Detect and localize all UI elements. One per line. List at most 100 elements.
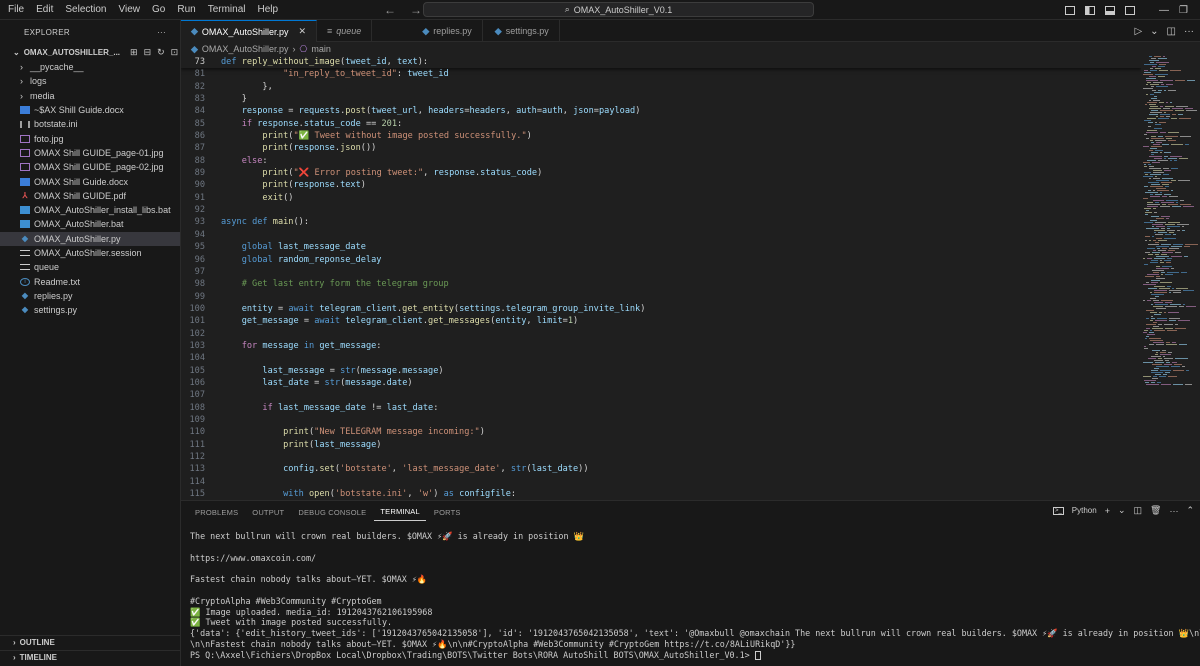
tree-item[interactable]: OMAX Shill GUIDE_page-02.jpg (0, 160, 180, 174)
code-line-row[interactable]: 103 for message in get_message: (181, 340, 1141, 352)
panel-tab-problems[interactable]: PROBLEMS (189, 504, 244, 521)
maximize-panel-icon[interactable]: ⌃ (1186, 505, 1194, 516)
tab-replies[interactable]: ◆ replies.py (372, 20, 483, 42)
code-line-row[interactable]: 87 print(response.json()) (181, 142, 1141, 154)
code-line-row[interactable]: 90 print(response.text) (181, 179, 1141, 191)
tree-item[interactable]: ◆ settings.py (0, 303, 180, 317)
tree-item[interactable]: › media (0, 89, 180, 103)
menu-item-help[interactable]: Help (252, 0, 285, 20)
tab-queue[interactable]: ≡ queue (317, 20, 373, 42)
command-center-search[interactable]: ⌕ OMAX_AutoShiller_V0.1 (423, 2, 814, 17)
minimize-icon[interactable]: — (1159, 5, 1169, 16)
code-line-row[interactable]: 100 entity = await telegram_client.get_e… (181, 303, 1141, 315)
tree-item[interactable]: OMAX_AutoShiller.session (0, 246, 180, 260)
split-editor-icon[interactable]: ◫ (1167, 26, 1176, 37)
terminal-output[interactable]: The next bullrun will crown real builder… (190, 531, 1200, 661)
code-line-row[interactable]: 91 exit() (181, 192, 1141, 204)
tree-item[interactable]: botstate.ini (0, 117, 180, 131)
code-line-row[interactable]: 92 (181, 204, 1141, 216)
code-line-row[interactable]: 88 else: (181, 155, 1141, 167)
tree-item[interactable]: i Readme.txt (0, 274, 180, 288)
panel-tab-debug-console[interactable]: DEBUG CONSOLE (292, 504, 372, 521)
tree-item[interactable]: queue (0, 260, 180, 274)
tab-omax-autoshiller[interactable]: ◆ OMAX_AutoShiller.py ✕ (181, 20, 318, 42)
menu-item-run[interactable]: Run (171, 0, 201, 20)
workspace-root[interactable]: ⌄ OMAX_AUTOSHILLER_... ⊞ ⊟ ↻ ⊡ (0, 44, 180, 60)
shell-name[interactable]: Python (1072, 506, 1097, 515)
code-line-row[interactable]: 98 # Get last entry form the telegram gr… (181, 278, 1141, 290)
close-icon[interactable]: ✕ (298, 26, 306, 37)
new-folder-icon[interactable]: ⊟ (144, 47, 152, 58)
code-line-row[interactable]: 106 last_date = str(message.date) (181, 377, 1141, 389)
more-actions-icon[interactable]: ··· (157, 28, 166, 37)
code-line-row[interactable]: 113 config.set('botstate', 'last_message… (181, 463, 1141, 475)
layout-customize-icon[interactable] (1065, 5, 1076, 15)
chevron-down-icon[interactable]: ⌄ (1118, 505, 1126, 516)
panel-tab-ports[interactable]: PORTS (428, 504, 467, 521)
code-line-row[interactable]: 105 last_message = str(message.message) (181, 365, 1141, 377)
breadcrumb-symbol[interactable]: main (311, 44, 331, 54)
more-actions-icon[interactable]: ··· (1184, 26, 1194, 37)
code-line-row[interactable]: 83 } (181, 93, 1141, 105)
code-line-row[interactable]: 114 (181, 476, 1141, 488)
menu-item-terminal[interactable]: Terminal (202, 0, 252, 20)
tree-item[interactable]: OMAX_AutoShiller.bat (0, 217, 180, 231)
tree-item[interactable]: › __pycache__ (0, 60, 180, 74)
timeline-section[interactable]: › TIMELINE (0, 650, 181, 664)
tree-item[interactable]: foto.jpg (0, 131, 180, 145)
code-line-row[interactable]: 85 if response.status_code == 201: (181, 118, 1141, 130)
refresh-icon[interactable]: ↻ (157, 47, 165, 58)
toggle-panel-icon[interactable] (1105, 5, 1116, 15)
code-line-row[interactable]: 102 (181, 328, 1141, 340)
menu-item-file[interactable]: File (2, 0, 30, 20)
tree-item[interactable]: ⅄ OMAX Shill GUIDE.pdf (0, 189, 180, 203)
new-file-icon[interactable]: ⊞ (130, 47, 138, 58)
breadcrumb-file[interactable]: OMAX_AutoShiller.py (202, 44, 289, 54)
code-line-row[interactable]: 84 response = requests.post(tweet_url, h… (181, 105, 1141, 117)
tree-item[interactable]: OMAX Shill Guide.docx (0, 174, 180, 188)
tree-item[interactable]: OMAX_AutoShiller_install_libs.bat (0, 203, 180, 217)
code-line-row[interactable]: 108 if last_message_date != last_date: (181, 402, 1141, 414)
code-line-row[interactable]: 104 (181, 352, 1141, 364)
menu-item-view[interactable]: View (113, 0, 147, 20)
tree-item[interactable]: ◆ OMAX_AutoShiller.py (0, 231, 180, 246)
trash-icon[interactable]: 🗑 (1150, 505, 1161, 516)
code-editor[interactable]: 73 def reply_without_image(tweet_id, tex… (181, 56, 1141, 498)
code-line-row[interactable]: 96 global random_reponse_delay (181, 254, 1141, 266)
tab-settings[interactable]: ◆ settings.py (483, 20, 560, 42)
code-line-row[interactable]: 86 print("✅ Tweet without image posted s… (181, 130, 1141, 142)
code-line-row[interactable]: 101 get_message = await telegram_client.… (181, 315, 1141, 327)
code-line-row[interactable]: 110 print("New TELEGRAM message incoming… (181, 426, 1141, 438)
sticky-scroll-line[interactable]: 73 def reply_without_image(tweet_id, tex… (181, 56, 1141, 69)
restore-icon[interactable]: ❐ (1179, 5, 1188, 16)
code-line-row[interactable]: 99 (181, 291, 1141, 303)
minimap[interactable] (1141, 56, 1200, 498)
tree-item[interactable]: ~$AX Shill Guide.docx (0, 103, 180, 117)
run-icon[interactable]: ▷ (1134, 26, 1142, 37)
code-line-row[interactable]: 95 global last_message_date (181, 241, 1141, 253)
tree-item[interactable]: OMAX Shill GUIDE_page-01.jpg (0, 146, 180, 160)
menu-item-selection[interactable]: Selection (59, 0, 112, 20)
more-actions-icon[interactable]: ··· (1169, 506, 1178, 516)
code-line-row[interactable]: 89 print("❌ Error posting tweet:", respo… (181, 167, 1141, 179)
toggle-sidebar-icon[interactable] (1085, 5, 1096, 15)
tree-item[interactable]: ◆ replies.py (0, 289, 180, 303)
code-line-row[interactable]: 97 (181, 266, 1141, 278)
menu-item-edit[interactable]: Edit (30, 0, 59, 20)
code-line-row[interactable]: 93 async def main(): (181, 216, 1141, 228)
collapse-all-icon[interactable]: ⊡ (171, 47, 179, 58)
code-line-row[interactable]: 107 (181, 389, 1141, 401)
outline-section[interactable]: › OUTLINE (0, 635, 181, 649)
code-line-row[interactable]: 109 (181, 414, 1141, 426)
tree-item[interactable]: › logs (0, 74, 180, 88)
forward-arrow-icon[interactable]: → (410, 3, 422, 17)
toggle-secondary-sidebar-icon[interactable] (1125, 5, 1136, 15)
panel-tab-terminal[interactable]: TERMINAL (374, 503, 426, 521)
code-line-row[interactable]: 94 (181, 229, 1141, 241)
back-arrow-icon[interactable]: ← (384, 3, 396, 17)
code-line-row[interactable]: 112 (181, 451, 1141, 463)
panel-tab-output[interactable]: OUTPUT (246, 504, 290, 521)
new-terminal-icon[interactable]: + (1105, 506, 1110, 516)
code-line-row[interactable]: 115 with open('botstate.ini', 'w') as co… (181, 488, 1141, 498)
chevron-down-icon[interactable]: ⌄ (1150, 26, 1158, 37)
